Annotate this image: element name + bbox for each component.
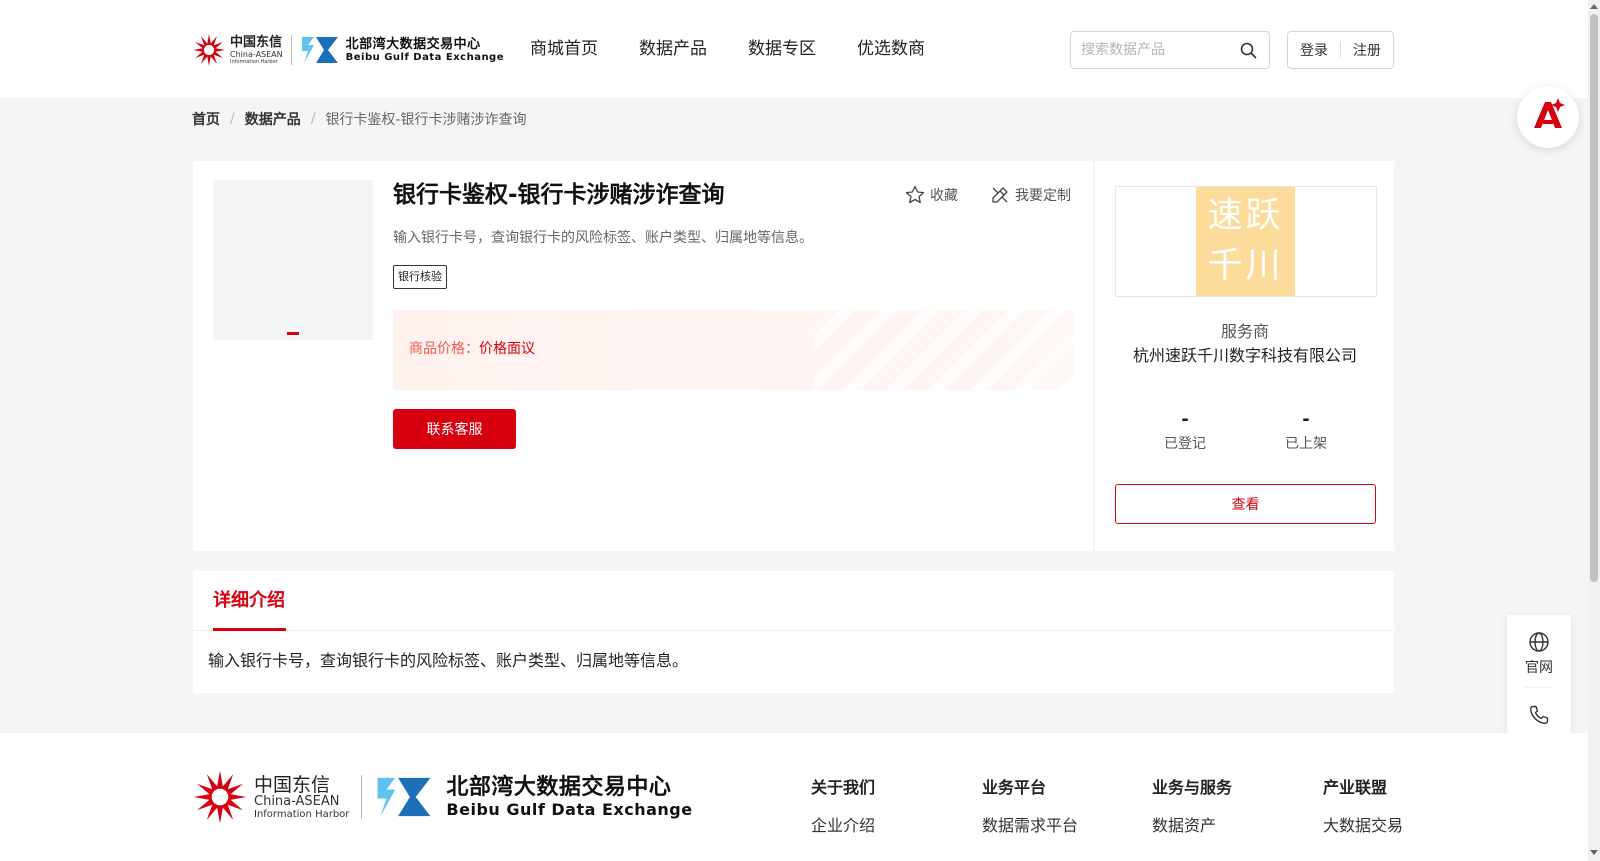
stat-registered: - 已登记: [1125, 409, 1245, 455]
carousel-indicator[interactable]: [287, 332, 299, 335]
search-icon[interactable]: [1240, 42, 1257, 59]
footer-link[interactable]: 数据资产: [1152, 815, 1232, 837]
price-label: 商品价格：: [409, 341, 479, 357]
logo-brand2-cn: 北部湾大数据交易中心: [345, 36, 481, 52]
price-text: 商品价格：价格面议: [409, 338, 535, 358]
view-provider-button[interactable]: 查看: [1115, 484, 1376, 524]
provider-logo-box[interactable]: 速跃 千川: [1115, 186, 1377, 297]
breadcrumb-current: 银行卡鉴权-银行卡涉赌涉诈查询: [325, 112, 527, 128]
detail-tabbar: 详细介绍: [193, 571, 1394, 631]
detail-content: 输入银行卡号，查询银行卡的风险标签、账户类型、归属地等信息。: [208, 651, 689, 670]
stat-registered-label: 已登记: [1164, 436, 1206, 452]
provider-logo: 速跃 千川: [1196, 187, 1295, 296]
search-input[interactable]: [1081, 40, 1231, 60]
detail-section: 详细介绍 输入银行卡号，查询银行卡的风险标签、账户类型、归属地等信息。: [193, 571, 1394, 693]
logo-brand1-en-sub: Information Harbor: [230, 58, 278, 65]
logo-brand2-en: Beibu Gulf Data Exchange: [345, 51, 504, 63]
product-description: 输入银行卡号，查询银行卡的风险标签、账户类型、归属地等信息。: [393, 230, 813, 246]
site-footer: 中国东信 China-ASEAN Information Harbor 北部湾大…: [0, 733, 1588, 861]
favorite-label: 收藏: [930, 188, 958, 204]
nav-preferred-merchants[interactable]: 优选数商: [857, 36, 925, 62]
footer-col-heading: 产业联盟: [1323, 778, 1388, 797]
footer-logo-brand1-en-sub: Information Harbor: [254, 808, 350, 820]
china-asean-logo-icon: [193, 34, 225, 66]
footer-col-heading: 关于我们: [811, 778, 876, 797]
customize-label: 我要定制: [1015, 188, 1071, 204]
side-item-website[interactable]: 官网: [1507, 631, 1571, 677]
provider-logo-line2: 千川: [1207, 246, 1284, 286]
price-panel-decoration: [813, 310, 1074, 390]
footer-logo[interactable]: 中国东信 China-ASEAN Information Harbor 北部湾大…: [192, 769, 693, 825]
footer-logo-brand1-cn: 中国东信: [254, 773, 331, 796]
footer-logo-brand2-en: Beibu Gulf Data Exchange: [446, 799, 693, 819]
footer-link[interactable]: 大数据交易: [1323, 815, 1403, 837]
ai-assistant-icon: [1534, 98, 1565, 128]
scroll-up-arrow[interactable]: [1590, 4, 1598, 9]
footer-col-platform: 业务平台 数据需求平台: [982, 777, 1078, 837]
footer-link[interactable]: 企业介绍: [811, 815, 875, 837]
page-scrollbar[interactable]: [1588, 0, 1600, 861]
product-title: 银行卡鉴权-银行卡涉赌涉诈查询: [393, 182, 725, 208]
favorite-button[interactable]: 收藏: [905, 185, 958, 205]
breadcrumb-separator: /: [230, 111, 235, 127]
footer-col-alliance: 产业联盟 大数据交易: [1323, 777, 1403, 837]
beibu-gulf-logo-icon: [301, 37, 338, 63]
side-item-website-label: 官网: [1525, 660, 1553, 676]
footer-logo-brand1-en: China-ASEAN: [254, 793, 340, 809]
beibu-gulf-logo-icon: [378, 777, 431, 817]
globe-icon: [1529, 632, 1549, 652]
price-panel: 商品价格：价格面议: [393, 310, 1074, 390]
active-tab-indicator: [213, 628, 286, 631]
product-image[interactable]: [213, 180, 373, 340]
footer-col-heading: 业务与服务: [1152, 778, 1233, 797]
footer-col-about: 关于我们 企业介绍: [811, 777, 875, 837]
breadcrumb-home[interactable]: 首页: [192, 109, 220, 129]
logo-brand1-en: China-ASEAN: [230, 49, 283, 59]
stat-listed-label: 已上架: [1285, 436, 1327, 452]
tab-detail-intro[interactable]: 详细介绍: [213, 587, 285, 615]
product-tag: 银行核验: [393, 265, 447, 289]
top-header: 中国东信 China-ASEAN Information Harbor 北部湾大…: [0, 0, 1600, 98]
search-box: [1070, 31, 1270, 69]
nav-data-zone[interactable]: 数据专区: [748, 36, 816, 62]
footer-link[interactable]: 数据需求平台: [982, 815, 1078, 837]
nav-home[interactable]: 商城首页: [530, 36, 598, 62]
breadcrumb: 首页 / 数据产品 / 银行卡鉴权-银行卡涉赌涉诈查询: [192, 109, 527, 129]
provider-role: 服务商: [1220, 322, 1269, 341]
phone-icon: [1529, 705, 1549, 725]
provider-company: 杭州速跃千川数字科技有限公司: [1132, 346, 1357, 365]
customize-button[interactable]: 我要定制: [990, 185, 1071, 205]
stat-listed: - 已上架: [1246, 409, 1366, 455]
customize-icon: [992, 187, 1008, 203]
breadcrumb-category[interactable]: 数据产品: [245, 109, 301, 129]
provider-card: 速跃 千川 服务商 杭州速跃千川数字科技有限公司 - 已登记 - 已上架 查看: [1094, 161, 1394, 551]
logo-brand1-cn: 中国东信: [230, 34, 283, 50]
site-logo[interactable]: 中国东信 China-ASEAN Information Harbor 北部湾大…: [192, 30, 504, 70]
main-nav: 商城首页 数据产品 数据专区 优选数商: [530, 36, 966, 62]
auth-box: 登录 注册: [1287, 31, 1394, 69]
logo-divider: [290, 35, 292, 65]
contact-service-button[interactable]: 联系客服: [393, 409, 516, 449]
footer-col-heading: 业务平台: [982, 778, 1047, 797]
footer-logo-divider: [361, 775, 363, 819]
footer-col-services: 业务与服务 数据资产: [1152, 777, 1232, 837]
stat-listed-value: -: [1302, 409, 1310, 430]
login-link[interactable]: 登录: [1288, 40, 1340, 60]
scrollbar-thumb[interactable]: [1590, 14, 1598, 582]
footer-logo-brand2-cn: 北部湾大数据交易中心: [446, 774, 672, 800]
scroll-down-arrow[interactable]: [1590, 850, 1598, 855]
side-float-divider: [1525, 687, 1553, 688]
stat-registered-value: -: [1181, 409, 1189, 430]
china-asean-logo-icon: [193, 770, 247, 824]
price-value: 价格面议: [479, 341, 535, 357]
register-link[interactable]: 注册: [1341, 40, 1393, 60]
provider-logo-line1: 速跃: [1207, 196, 1284, 236]
star-icon: [905, 185, 925, 204]
nav-data-products[interactable]: 数据产品: [639, 36, 707, 62]
product-card: 银行卡鉴权-银行卡涉赌涉诈查询 收藏 我要定制 输入银行卡号，查询银行卡的风险标…: [193, 161, 1093, 551]
ai-assistant-button[interactable]: [1517, 86, 1579, 148]
breadcrumb-separator: /: [310, 111, 316, 127]
